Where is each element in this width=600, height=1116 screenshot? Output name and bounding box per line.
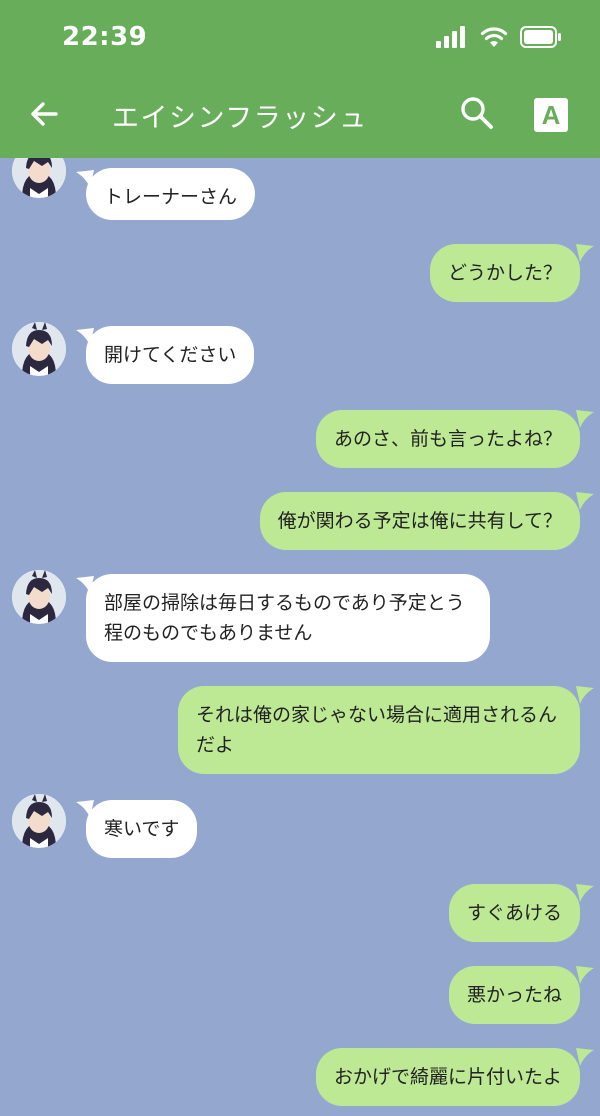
- bubble-tail: [576, 966, 594, 984]
- app-header: 22:39 エイシンフラッシュ A: [0, 0, 600, 158]
- message-bubble-incoming[interactable]: 部屋の掃除は毎日するものであり予定とう程のものでもありません: [86, 574, 490, 662]
- chat-title: エイシンフラッシュ: [112, 103, 368, 134]
- wifi-icon: [480, 27, 508, 47]
- message-bubble-outgoing[interactable]: すぐあける: [448, 884, 580, 942]
- message-row: トレーナーさん: [0, 158, 600, 228]
- message-bubble-outgoing[interactable]: おかげで綺麗に片付いたよ: [315, 1048, 580, 1106]
- avatar[interactable]: [12, 794, 66, 848]
- avatar-image: [12, 570, 66, 624]
- message-bubble-outgoing[interactable]: あのさ、前も言ったよね？: [315, 410, 580, 468]
- chat-area[interactable]: トレーナーさん どうかした？ 開けてください あのさ、前も言ったよね？ 俺が関わ…: [0, 158, 600, 1116]
- avatar-image: [12, 158, 66, 198]
- message-bubble-outgoing[interactable]: 俺が関わる予定は俺に共有して？: [259, 492, 580, 550]
- message-bubble-incoming[interactable]: 開けてください: [86, 326, 255, 384]
- message-row: 開けてください: [0, 322, 600, 392]
- message-row: あのさ、前も言ったよね？: [0, 410, 600, 470]
- battery-icon: [520, 26, 561, 48]
- message-bubble-outgoing[interactable]: 悪かったね: [448, 966, 580, 1024]
- status-icons: [436, 26, 562, 48]
- bubble-tail: [576, 686, 594, 704]
- message-row: どうかした？: [0, 244, 600, 304]
- avatar[interactable]: [12, 570, 66, 624]
- avatar[interactable]: [12, 322, 66, 376]
- bubble-tail: [576, 1048, 594, 1066]
- message-bubble-incoming[interactable]: 寒いです: [86, 800, 198, 858]
- status-time: 22:39: [62, 22, 148, 52]
- message-row: それは俺の家じゃない場合に適用されるんだよ: [0, 686, 600, 778]
- back-arrow-icon[interactable]: [26, 96, 62, 132]
- avatar-image: [12, 322, 66, 376]
- message-bubble-outgoing[interactable]: それは俺の家じゃない場合に適用されるんだよ: [178, 686, 580, 774]
- font-size-button[interactable]: A: [534, 98, 568, 132]
- signal-icon: [436, 26, 465, 48]
- search-icon[interactable]: [458, 94, 496, 132]
- message-row: 寒いです: [0, 794, 600, 864]
- message-bubble-incoming[interactable]: トレーナーさん: [86, 168, 256, 220]
- bubble-tail: [576, 410, 594, 428]
- bubble-tail: [576, 244, 594, 262]
- message-row: おかげで綺麗に片付いたよ: [0, 1048, 600, 1108]
- avatar-image: [12, 794, 66, 848]
- message-row: すぐあける: [0, 884, 600, 944]
- bubble-tail: [576, 884, 594, 902]
- message-row: 部屋の掃除は毎日するものであり予定とう程のものでもありません: [0, 570, 600, 670]
- message-row: 俺が関わる予定は俺に共有して？: [0, 492, 600, 552]
- bubble-tail: [576, 492, 594, 510]
- avatar[interactable]: [12, 158, 66, 198]
- message-row: 悪かったね: [0, 966, 600, 1026]
- message-bubble-outgoing[interactable]: どうかした？: [429, 244, 580, 302]
